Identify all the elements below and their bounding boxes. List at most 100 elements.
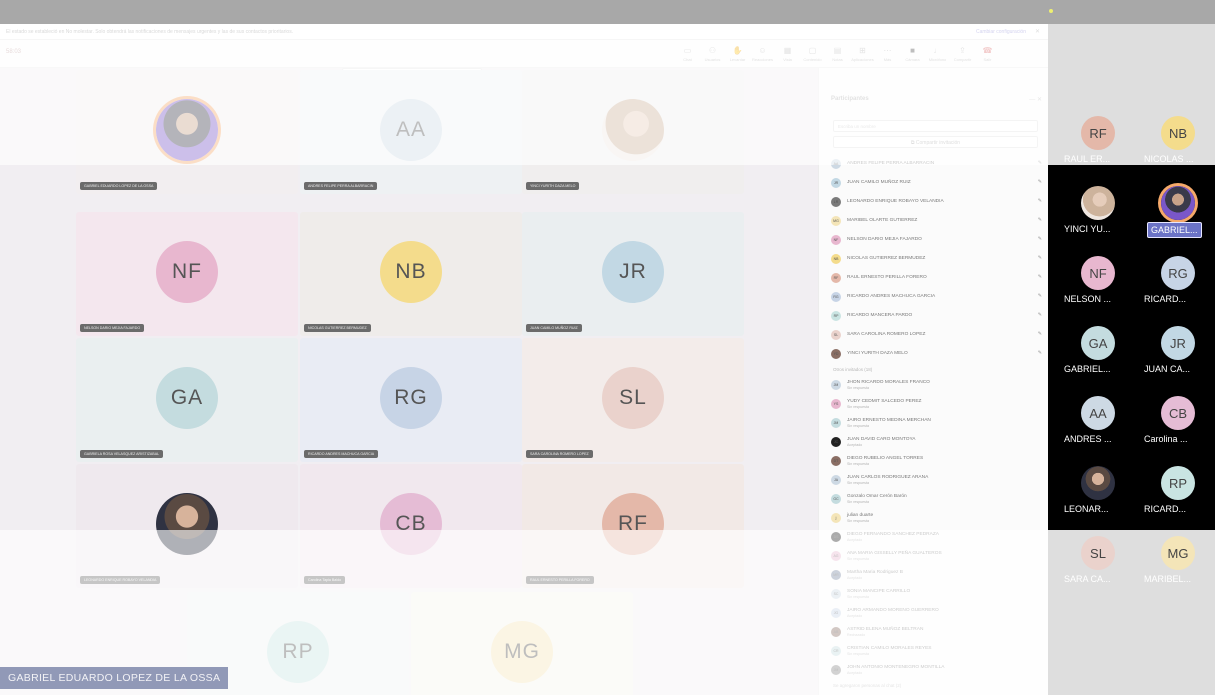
toolbar-button-view[interactable]: ▦ Vista: [776, 42, 799, 66]
participant-name: NELSON DARIO MEJIA FAJARDO: [847, 237, 922, 242]
gallery-name-label: RICARD...: [1144, 294, 1187, 304]
participant-text: ANDRES FELIPE PERRA ALBARRACIN: [847, 161, 934, 166]
participant-row[interactable]: YD YINCI YURITH DAZA MELO ✎: [831, 344, 1046, 363]
close-icon[interactable]: ✕: [1035, 28, 1040, 35]
participant-text: SARA CAROLINA ROMERO LOPEZ: [847, 332, 925, 337]
participant-row[interactable]: SC SONIA MANCIPE CARRILLO Sin respuesta: [831, 584, 1046, 603]
participant-row[interactable]: JC JUAN DAVID CARO MONTOYA Aceptado: [831, 432, 1046, 451]
gallery-tile[interactable]: NF NELSON ...: [1062, 252, 1134, 314]
participant-row[interactable]: RF RAUL ERNESTO PERILLA FORERO ✎: [831, 268, 1046, 287]
participant-row[interactable]: LR LEONARDO ENRIQUE ROBAYO VELANDIA ✎: [831, 192, 1046, 211]
participant-row[interactable]: DT DIEGO RUBELIO ANGEL TORRES Sin respuest…: [831, 451, 1046, 470]
gallery-tile[interactable]: YINCI YU...: [1062, 182, 1134, 244]
toolbar-button-share[interactable]: ⇪ Compartir: [951, 42, 974, 66]
gallery-tile[interactable]: AA ANDRES ...: [1062, 392, 1134, 454]
participant-row[interactable]: NF NELSON DARIO MEJIA FAJARDO ✎: [831, 230, 1046, 249]
close-icon[interactable]: — ✕: [1029, 96, 1042, 103]
notification-settings-link[interactable]: Cambiar configuración: [976, 29, 1026, 35]
toolbar-button-mic[interactable]: ♩ Micrófono: [926, 42, 949, 66]
video-tile[interactable]: GABRIEL EDUARDO LOPEZ DE LA OSSA: [76, 70, 298, 194]
participant-row[interactable]: AB ASTRID ELENA MUÑOZ BELTRAN Rechazado: [831, 622, 1046, 641]
video-tile[interactable]: LEONARDO ENRIQUE ROBAYO VELANDIA: [76, 464, 298, 588]
toolbar-button-camera[interactable]: ■ Cámara: [901, 42, 924, 66]
toolbar-button-reactions[interactable]: ☺ Reacciones: [751, 42, 774, 66]
participant-name: YINCI YURITH DAZA MELO: [847, 351, 908, 356]
leave-icon: ☎: [982, 46, 993, 55]
toolbar-button-apps[interactable]: ⊞ Aplicaciones: [851, 42, 874, 66]
toolbar-button-more[interactable]: ⋯ Más: [876, 42, 899, 66]
video-tile[interactable]: RG RICARDO ANDRES MACHUCA GARCIA: [300, 338, 522, 462]
toolbar-button-leave[interactable]: ☎ Salir: [976, 42, 999, 66]
toolbar-button-label: Usuarios: [704, 57, 721, 62]
gallery-tile[interactable]: SL SARA CA...: [1062, 532, 1134, 594]
gallery-tile[interactable]: CB Carolina ...: [1142, 392, 1214, 454]
video-tile[interactable]: SL SARA CAROLINA ROMERO LOPEZ: [522, 338, 744, 462]
participant-status: Aceptado: [847, 442, 863, 447]
participant-name: MARIBEL OLARTE GUTIERREZ: [847, 218, 918, 223]
participant-row[interactable]: NB NICOLAS GUTIERREZ BERMUDEZ ✎: [831, 249, 1046, 268]
participant-row[interactable]: DS DIEGO FERNANDO SANCHEZ PEDRAZA Aceptado: [831, 527, 1046, 546]
toolbar-button-label: Vista: [783, 57, 792, 62]
participant-row[interactable]: AA ANDRES FELIPE PERRA ALBARRACIN ✎: [831, 154, 1046, 173]
gallery-tile[interactable]: RP RICARD...: [1142, 462, 1214, 524]
video-tile[interactable]: NF NELSON DARIO MEJIA FAJARDO: [76, 212, 298, 336]
participant-search-input[interactable]: Escriba un nombre: [833, 120, 1038, 132]
video-tile[interactable]: RF RAUL ERNESTO PERILLA FORERO: [522, 464, 744, 588]
participant-row[interactable]: SL SARA CAROLINA ROMERO LOPEZ ✎: [831, 325, 1046, 344]
participant-row[interactable]: JG JAIRO ARMANDO MORENO GUERRERO Aceptado: [831, 603, 1046, 622]
participant-row[interactable]: MG MARIBEL OLARTE GUTIERREZ ✎: [831, 211, 1046, 230]
participant-row[interactable]: JSJose William Cifuentes Sánchez: [831, 691, 1046, 695]
participant-row[interactable]: YS YUDY CEDMIT SALCEDO PEREZ Sin respuesta: [831, 394, 1046, 413]
participant-row[interactable]: AG ANA MARIA GISSELLY PEÑA GUALTEROS Sin r…: [831, 546, 1046, 565]
participant-status: Sin respuesta: [847, 594, 869, 599]
video-tile[interactable]: YINCI YURITH DAZA MELO: [522, 70, 744, 194]
apps-icon: ⊞: [859, 46, 866, 55]
participant-name: YUDY CEDMIT SALCEDO PEREZ: [847, 398, 922, 404]
participant-list: AA ANDRES FELIPE PERRA ALBARRACIN ✎ JR JUAN …: [831, 154, 1046, 695]
participant-status: Sin respuesta: [847, 404, 869, 409]
participant-row[interactable]: JM JHON RICARDO MORALES FRANCO Sin respues…: [831, 375, 1046, 394]
video-tile[interactable]: MGMARIBEL OLARTE GUTIERREZ: [411, 592, 633, 695]
gallery-tile[interactable]: RF RAUL ER...: [1062, 112, 1134, 174]
gallery-tile[interactable]: MG MARIBEL...: [1142, 532, 1214, 594]
participant-row[interactable]: JR JUAN CAMILO MUÑOZ RUIZ ✎: [831, 173, 1046, 192]
participant-row[interactable]: j julian duarte Sin respuesta: [831, 508, 1046, 527]
participant-row[interactable]: GC Gonzalo Omar Cerón Barón Sin respuesta: [831, 489, 1046, 508]
participant-name: ANA MARIA GISSELLY PEÑA GUALTEROS: [847, 550, 942, 556]
video-tile[interactable]: AA ANDRES FELIPE PERRA ALBARRACIN: [300, 70, 522, 194]
participant-text: DIEGO FERNANDO SANCHEZ PEDRAZA Aceptado: [847, 532, 939, 542]
gallery-tile[interactable]: LEONAR...: [1062, 462, 1134, 524]
gallery-tile[interactable]: NB NICOLAS ...: [1142, 112, 1214, 174]
gallery-tile[interactable]: RG RICARD...: [1142, 252, 1214, 314]
gallery-name-label: GABRIEL...: [1064, 364, 1111, 374]
toolbar-button-notes[interactable]: ▤ Notas: [826, 42, 849, 66]
mic-muted-icon: ✎: [1037, 160, 1042, 166]
toolbar-button-chat[interactable]: ▭ Chat: [676, 42, 699, 66]
video-tile[interactable]: CB Carolina Tapia Baldo: [300, 464, 522, 588]
participant-row[interactable]: JM JOHN ANTONIO MONTENEGRO MONTILLA Acepta…: [831, 660, 1046, 679]
toolbar-button-people[interactable]: ⚇ Usuarios: [701, 42, 724, 66]
participant-section-label[interactable]: Se agregaron personas al chat (2): [831, 679, 1046, 691]
video-tile[interactable]: GA GABRIELA ROSA VELASQUEZ ARISTIZABAL: [76, 338, 298, 462]
share-invite-button[interactable]: ⧉ Compartir invitación: [833, 136, 1038, 148]
participants-panel: Participantes — ✕ Escriba un nombre ⧉ Co…: [818, 68, 1048, 695]
toolbar-button-rooms[interactable]: ▢ Contenido: [801, 42, 824, 66]
participant-status: Sin respuesta: [847, 480, 869, 485]
participant-row[interactable]: JM JAIRO ERNESTO MEDINA MERCHAN Sin respue…: [831, 413, 1046, 432]
participant-row[interactable]: JA JUAN CARLOS RODRIGUEZ ARANA Sin respues…: [831, 470, 1046, 489]
gallery-tile[interactable]: GA GABRIEL...: [1062, 322, 1134, 384]
notes-icon: ▤: [833, 46, 842, 55]
participant-row[interactable]: MR Martha Maria Rodriguez B Aceptado: [831, 565, 1046, 584]
gallery-tile[interactable]: JR JUAN CA...: [1142, 322, 1214, 384]
video-tile[interactable]: NB NICOLAS GUTIERREZ BERMUDEZ: [300, 212, 522, 336]
participant-row[interactable]: CR CRISTIAN CAMILO MORALES REYES Sin respu…: [831, 641, 1046, 660]
video-tile[interactable]: JR JUAN CAMILO MUÑOZ RUIZ: [522, 212, 744, 336]
participant-name: Martha Maria Rodriguez B: [847, 569, 903, 575]
mic-muted-icon: ✎: [1037, 331, 1042, 337]
gallery-tile[interactable]: GABRIEL...: [1142, 182, 1214, 244]
participant-section-label[interactable]: Otros invitados (18): [831, 363, 1046, 375]
participant-text: LEONARDO ENRIQUE ROBAYO VELANDIA: [847, 199, 944, 204]
toolbar-button-raise-hand[interactable]: ✋ Levantar: [726, 42, 749, 66]
participant-row[interactable]: RP RICARDO MANCERA PARDO ✎: [831, 306, 1046, 325]
participant-row[interactable]: RG RICARDO ANDRES MACHUCA GARCIA ✎: [831, 287, 1046, 306]
